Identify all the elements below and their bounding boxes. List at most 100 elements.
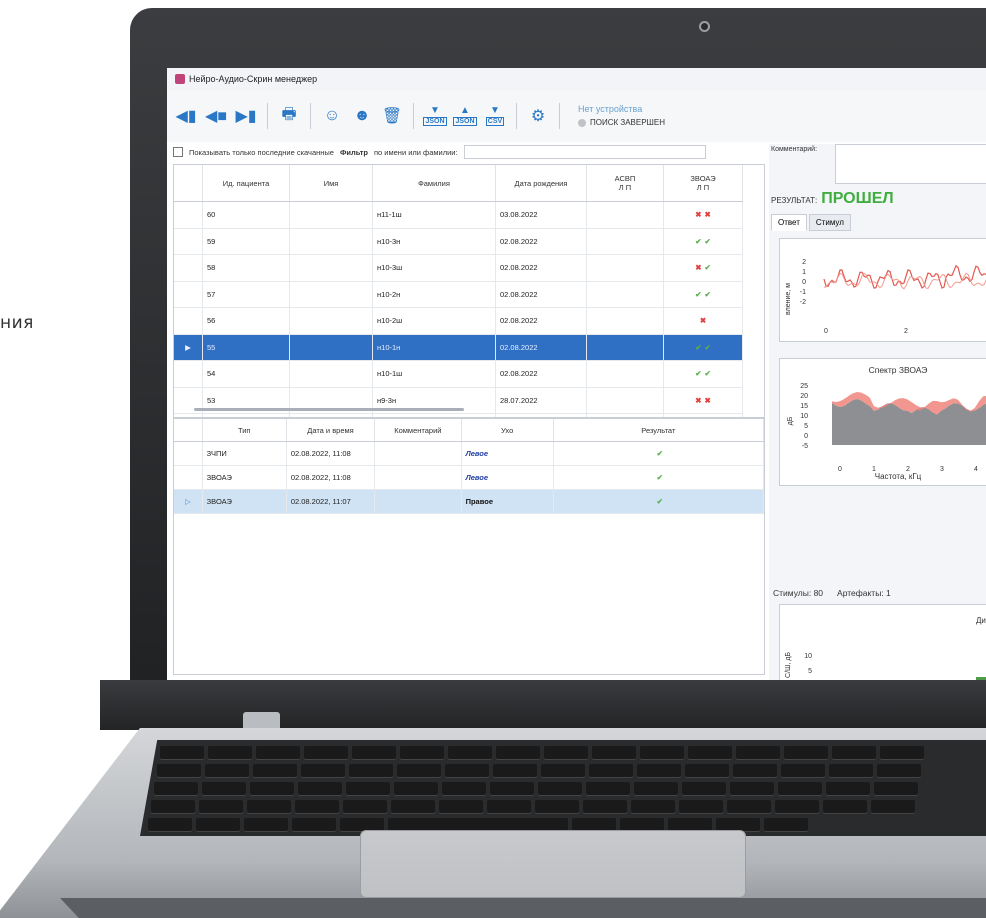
settings-icon[interactable]: ⚙ [525,103,551,129]
pass-icon: ✔ [695,342,705,352]
cell-dob: 28.07.2022 [495,387,587,414]
keyboard-key [781,764,825,778]
table-row[interactable]: ▶ 55 н10-1н 02.08.2022 ✔✔ [174,334,743,361]
row-header-cell [174,165,203,202]
cell-surname: н10-3ш [372,254,496,282]
col-header-surname[interactable]: Фамилия [372,165,496,202]
delete-icon[interactable]: 🗑 [379,103,405,129]
filter-hint: по имени или фамилии: [373,147,458,157]
tab-answer[interactable]: Ответ [771,214,807,231]
x-tick-label: 0 [824,328,828,335]
col-header-datetime[interactable]: Дата и время [286,419,376,442]
keyboard-key [544,746,588,760]
keyboard-key [826,782,870,796]
horizontal-scrollbar[interactable] [194,408,464,411]
row-selector-icon [174,360,203,388]
cell-zvoae: ✖✔ [663,254,743,282]
keyboard-key [688,746,732,760]
table-row[interactable]: ЗЧПИ 02.08.2022, 11:08 Левое ✔ [174,441,764,466]
arrow-up-icon: ▲ [460,105,470,116]
cell-zvoae: ✔✔ [663,281,743,308]
table-row[interactable]: 54 н10-1ш 02.08.2022 ✔✔ [174,360,743,388]
first-record-icon[interactable]: ◀▮ [173,103,199,129]
y-tick-label: -2 [800,299,806,306]
table-row[interactable]: 56 н10-2ш 02.08.2022 ✖ [174,307,743,335]
download-icon[interactable]: ◀■ [203,103,229,129]
keyboard-row [157,764,921,778]
col-header-ear[interactable]: Ухо [461,419,554,442]
col-header-result[interactable]: Результат [553,419,764,442]
stimuli-count: Стимулы: 80 [773,588,824,598]
next-record-icon[interactable]: ▶▮ [233,103,259,129]
y-tick-label: -1 [800,289,806,296]
cell-asvp [586,360,664,388]
keyboard-row [151,800,915,814]
pass-icon: ✔ [704,342,714,352]
search-status: ПОИСК ЗАВЕРШЕН [578,117,665,129]
cell-id: 60 [202,201,290,229]
keyboard-key [151,800,195,814]
keyboard-key [874,782,918,796]
fail-icon: ✖ [704,210,714,220]
col-header-asvp[interactable]: АСВП Л П [586,165,664,202]
keyboard-key [493,764,537,778]
keyboard-key [256,746,300,760]
col-header-dob[interactable]: Дата рождения [495,165,587,202]
edit-patient-icon[interactable]: ☻ [349,103,375,129]
cell-ear: Правое [461,489,554,514]
print-icon[interactable]: 🖶 [276,103,302,129]
keyboard-key [631,800,675,814]
filter-input[interactable] [463,145,706,159]
toolbar-separator [559,103,560,129]
y-tick-label: 1 [802,269,806,276]
fail-icon: ✖ [699,316,710,326]
import-json-button[interactable]: ▲ JSON [452,103,478,129]
cell-dob: 02.08.2022 [495,334,587,361]
keyboard-key [292,818,336,832]
keyboard-key [685,764,729,778]
row-header-cell [174,419,203,442]
webcam [699,21,710,32]
x-tick-label: 4 [974,466,978,473]
table-row[interactable]: 59 н10-3н 02.08.2022 ✔✔ [174,228,743,255]
export-csv-button[interactable]: ▼ CSV [482,103,508,129]
row-selector-icon [174,465,203,490]
keyboard-key [244,818,288,832]
row-selector-icon: ▷ [174,489,203,514]
keyboard-key [775,800,819,814]
table-row[interactable]: 60 н11-1ш 03.08.2022 ✖✖ [174,201,743,229]
col-header-comment[interactable]: Комментарий [374,419,462,442]
cell-datetime: 02.08.2022, 11:08 [286,441,376,466]
table-row[interactable]: ЗВОАЭ 02.08.2022, 11:08 Левое ✔ [174,465,764,490]
col-header-type[interactable]: Тип [202,419,287,442]
keyboard-key [640,746,684,760]
add-patient-icon[interactable]: ☺ [319,103,345,129]
keyboard-key [445,764,489,778]
laptop-bottom-edge [60,898,986,918]
col-header-name[interactable]: Имя [289,165,373,202]
table-row[interactable]: 57 н10-2н 02.08.2022 ✔✔ [174,281,743,308]
tests-header-row: Тип Дата и время Комментарий Ухо Результ… [174,419,764,442]
export-json-button[interactable]: ▼ JSON [422,103,448,129]
col-header-zvoae[interactable]: ЗВОАЭ Л П [663,165,743,202]
comment-input[interactable] [835,144,986,184]
cell-result: ✔ [553,441,764,466]
table-row[interactable]: ▷ ЗВОАЭ 02.08.2022, 11:07 Правое ✔ [174,489,764,514]
keyboard-key [730,782,774,796]
keyboard-key [736,746,780,760]
cell-dob: 02.08.2022 [495,360,587,388]
ear-value: Правое [465,497,493,506]
tests-table: Тип Дата и время Комментарий Ухо Результ… [173,418,765,675]
tab-stimulus[interactable]: Стимул [808,214,851,231]
keyboard-key [397,764,441,778]
keyboard-key [295,800,339,814]
keyboard-key [832,746,876,760]
y-tick-label: 0 [802,279,806,286]
keyboard-key [586,782,630,796]
keyboard-key [154,782,198,796]
col-header-id[interactable]: Ид. пациента [202,165,290,202]
keyboard-key [496,746,540,760]
table-row[interactable]: 58 н10-3ш 02.08.2022 ✖✔ [174,254,743,282]
show-last-checkbox[interactable] [173,147,183,157]
fail-icon: ✖ [695,210,705,220]
